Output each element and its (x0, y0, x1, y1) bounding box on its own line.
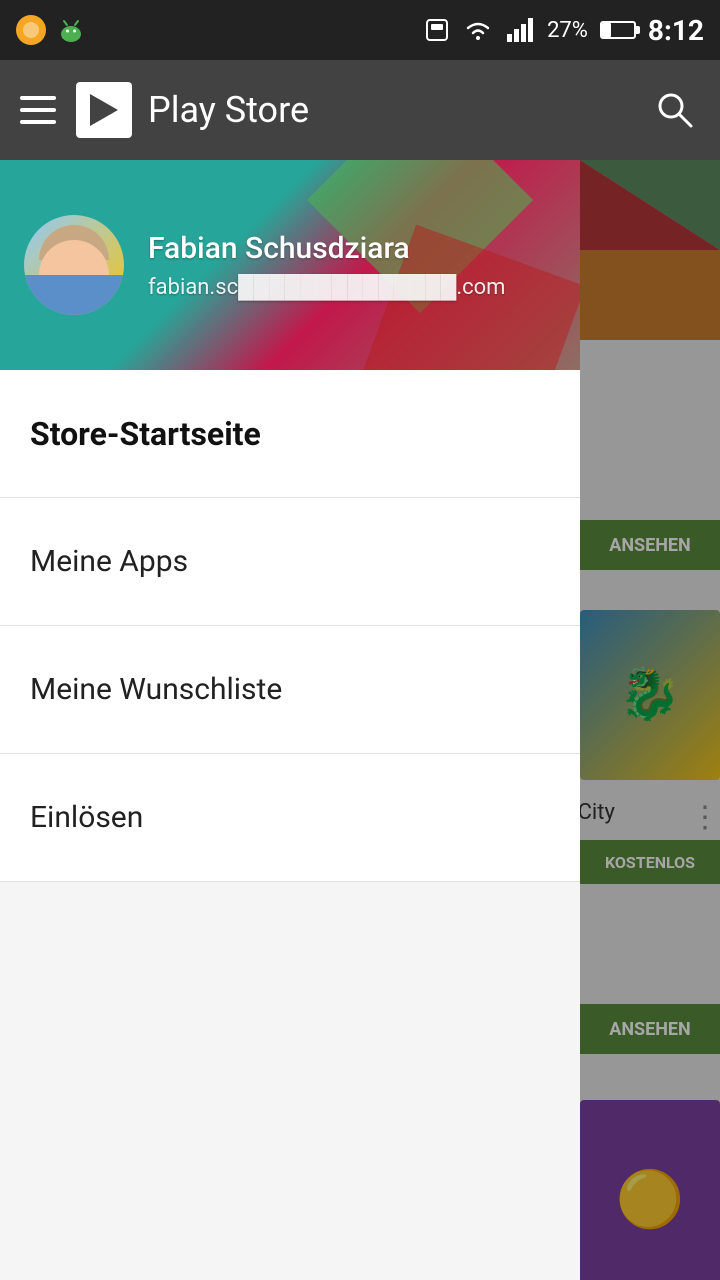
navigation-drawer: Fabian Schusdziara fabian.sc████████████… (0, 160, 580, 1280)
signal-icon (505, 16, 535, 44)
drawer-header: Fabian Schusdziara fabian.sc████████████… (0, 160, 580, 370)
drawer-item-redeem-label: Einlösen (30, 800, 143, 835)
wifi-icon (463, 16, 493, 44)
drawer-user-name: Fabian Schusdziara (148, 231, 556, 266)
drawer-spacer (0, 882, 580, 1280)
status-icons-left (16, 15, 86, 45)
drawer-menu: Store-Startseite Meine Apps Meine Wunsch… (0, 370, 580, 1280)
sim-icon (423, 16, 451, 44)
drawer-item-store-home-label: Store-Startseite (30, 415, 261, 453)
battery-icon (600, 21, 636, 39)
app-title: Play Store (148, 89, 650, 131)
drawer-user-email: fabian.sc██████████████.com (148, 274, 556, 300)
status-bar: 27% 8:12 (0, 0, 720, 60)
play-store-logo (76, 82, 132, 138)
drawer-item-my-apps-label: Meine Apps (30, 544, 188, 579)
status-time: 8:12 (648, 14, 704, 47)
circle-icon (16, 15, 46, 45)
app-bar: Play Store (0, 60, 720, 160)
drawer-item-my-apps[interactable]: Meine Apps (0, 498, 580, 626)
drawer-user-info: Fabian Schusdziara fabian.sc████████████… (148, 231, 556, 300)
avatar (24, 215, 124, 315)
drawer-item-wishlist[interactable]: Meine Wunschliste (0, 626, 580, 754)
battery-percent: 27% (547, 18, 588, 43)
main-content: ANSEHEN 🐉 n City ⋮ KOSTENLOS ANSEHEN 🟡 F… (0, 160, 720, 1280)
hamburger-menu-icon[interactable] (20, 92, 56, 128)
status-icons-right: 27% 8:12 (423, 14, 704, 47)
avatar-shirt (24, 275, 124, 315)
search-button[interactable] (650, 85, 700, 135)
drawer-item-store-home[interactable]: Store-Startseite (0, 370, 580, 498)
drawer-item-wishlist-label: Meine Wunschliste (30, 672, 282, 707)
search-icon (653, 88, 697, 132)
android-icon (56, 15, 86, 45)
drawer-item-redeem[interactable]: Einlösen (0, 754, 580, 882)
